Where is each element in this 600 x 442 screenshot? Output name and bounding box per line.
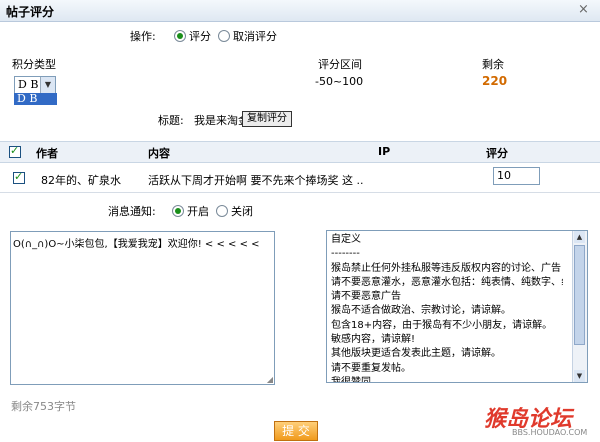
radio-cancel-rate[interactable]: 取消评分 (218, 28, 277, 44)
preset-reason-item[interactable]: 猴岛不适合做政治、宗教讨论，请谅解。 (331, 304, 563, 318)
preset-reason-item[interactable]: 其他版块更适合发表此主题，请谅解。 (331, 347, 563, 361)
preset-reason-lines: 自定义 -------- 猴岛禁止任何外挂私服等违反版权内容的讨论、广告 请不要恶意灌… (331, 233, 563, 382)
operation-label: 操作: (130, 30, 156, 43)
header-score: 评分 (486, 147, 508, 160)
scroll-up-icon[interactable]: ▲ (574, 231, 585, 243)
preset-reason-item[interactable]: -------- (331, 247, 563, 261)
preset-reason-item[interactable]: 请不要恶意灌水，恶意灌水包括：纯表情、纯数字、纟 (331, 276, 563, 290)
select-all-checkbox[interactable] (9, 144, 21, 158)
credit-type-value: D B (18, 78, 39, 91)
score-range-value: -50~100 (315, 75, 364, 88)
preset-reason-item[interactable]: 自定义 (331, 233, 563, 247)
scroll-down-icon[interactable]: ▼ (574, 370, 585, 382)
subject-label: 标题: (158, 114, 184, 127)
chevron-down-icon[interactable]: ▼ (40, 77, 55, 93)
radio-notify-off[interactable]: 关闭 (216, 203, 253, 219)
scrollbar[interactable]: ▲ ▼ (572, 231, 587, 382)
header-content: 内容 (148, 147, 170, 160)
table-header: 作者 内容 IP 评分 (0, 141, 600, 163)
resize-grip-icon[interactable]: ◢ (267, 375, 273, 384)
chars-left: 剩余753字节 (11, 400, 76, 413)
radio-rate-label: 评分 (189, 30, 211, 43)
title-bar: 帖子评分 × (0, 0, 600, 22)
preset-reason-item[interactable]: 敏感内容，请谅解! (331, 333, 563, 347)
row-author[interactable]: 82年的、矿泉水 (41, 172, 121, 188)
close-icon[interactable]: × (578, 2, 589, 17)
remaining-label: 剩余 (482, 58, 504, 71)
copy-rating-button[interactable]: 复制评分 (242, 111, 292, 127)
credit-type-label: 积分类型 (12, 58, 56, 71)
radio-rate[interactable]: 评分 (174, 28, 211, 44)
scrollbar-thumb[interactable] (574, 245, 585, 345)
radio-cancel-label: 取消评分 (233, 30, 277, 43)
header-author: 作者 (36, 147, 58, 160)
window-title: 帖子评分 (6, 5, 55, 19)
site-url: BBS.HOUDAO.COM (512, 428, 588, 437)
preset-reason-item[interactable]: 请不要重复发帖。 (331, 362, 563, 376)
reason-text: O(∩_∩)O~小柒包包,【我爱我宠】欢迎你! < < < < < (13, 239, 260, 250)
preset-reason-item[interactable]: 我很赞同 (331, 376, 563, 382)
radio-notify-on-label: 开启 (187, 205, 209, 218)
preset-reason-item[interactable]: 包含18+内容，由于猴岛有不少小朋友，请谅解。 (331, 319, 563, 333)
row-checkbox[interactable] (13, 170, 25, 184)
notify-label: 消息通知: (108, 205, 156, 218)
reason-textarea[interactable]: O(∩_∩)O~小柒包包,【我爱我宠】欢迎你! < < < < < ◢ (10, 231, 275, 385)
radio-notify-on-icon (172, 205, 184, 217)
preset-reason-item[interactable]: 猴岛禁止任何外挂私服等违反版权内容的讨论、广告 (331, 262, 563, 276)
preset-reason-list[interactable]: 自定义 -------- 猴岛禁止任何外挂私服等违反版权内容的讨论、广告 请不要恶意灌… (326, 230, 588, 383)
row-content: 活跃从下周才开始啊 要不先来个捧场奖 这 .. (148, 174, 364, 187)
header-ip: IP (378, 145, 391, 158)
credit-type-option[interactable]: D B (14, 93, 57, 105)
score-input[interactable]: 10 (493, 167, 540, 185)
remaining-value: 220 (482, 74, 508, 88)
score-range-label: 评分区间 (318, 58, 362, 71)
radio-notify-off-icon (216, 205, 228, 217)
radio-rate-icon (174, 30, 186, 42)
radio-notify-on[interactable]: 开启 (172, 203, 209, 219)
submit-button[interactable]: 提 交 (274, 421, 318, 441)
radio-notify-off-label: 关闭 (231, 205, 253, 218)
radio-cancel-icon (218, 30, 230, 42)
preset-reason-item[interactable]: 请不要恶意广告 (331, 290, 563, 304)
